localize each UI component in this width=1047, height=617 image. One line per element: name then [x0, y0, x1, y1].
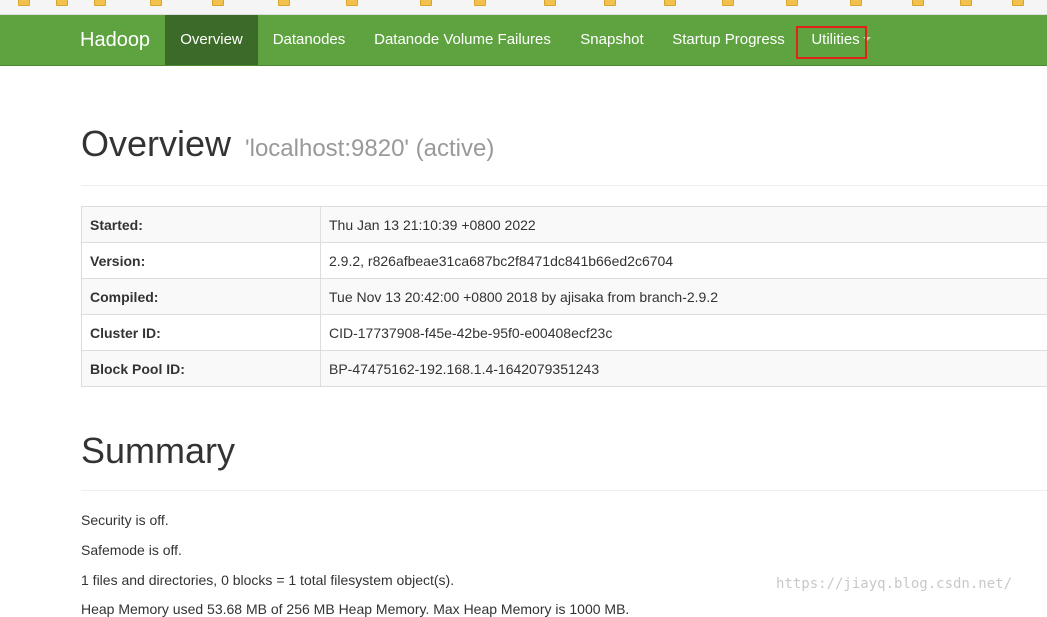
bookmark-folder-icon[interactable] [604, 0, 616, 6]
summary-safemode-status: Safemode is off. [81, 542, 182, 558]
summary-title: Summary [81, 430, 235, 472]
bookmark-folder-icon[interactable] [212, 0, 224, 6]
bookmark-folder-icon[interactable] [786, 0, 798, 6]
bookmark-folder-icon[interactable] [94, 0, 106, 6]
table-row: Version: 2.9.2, r826afbeae31ca687bc2f847… [82, 243, 1047, 279]
row-value: BP-47475162-192.168.1.4-1642079351243 [321, 351, 1047, 387]
summary-filesystem-objects: 1 files and directories, 0 blocks = 1 to… [81, 572, 454, 588]
page-subtitle: 'localhost:9820' (active) [245, 135, 494, 162]
nav-snapshot[interactable]: Snapshot [565, 15, 659, 65]
bookmark-folder-icon[interactable] [722, 0, 734, 6]
bookmark-folder-icon[interactable] [346, 0, 358, 6]
nav-utilities-label: Utilities [811, 31, 859, 48]
row-key: Started: [82, 207, 321, 243]
overview-table: Started: Thu Jan 13 21:10:39 +0800 2022 … [81, 206, 1047, 387]
top-navbar: Hadoop Overview Datanodes Datanode Volum… [0, 15, 1047, 66]
table-row: Started: Thu Jan 13 21:10:39 +0800 2022 [82, 207, 1047, 243]
summary-security-status: Security is off. [81, 512, 169, 528]
row-key: Compiled: [82, 279, 321, 315]
bookmark-folder-icon[interactable] [420, 0, 432, 6]
bookmark-folder-icon[interactable] [544, 0, 556, 6]
bookmark-folder-icon[interactable] [664, 0, 676, 6]
divider [81, 185, 1047, 186]
divider [81, 490, 1047, 491]
bookmark-folder-icon[interactable] [474, 0, 486, 6]
bookmark-folder-icon[interactable] [150, 0, 162, 6]
nav-datanodes[interactable]: Datanodes [258, 15, 360, 65]
bookmark-folder-icon[interactable] [912, 0, 924, 6]
summary-heap-memory: Heap Memory used 53.68 MB of 256 MB Heap… [81, 601, 629, 617]
row-key: Block Pool ID: [82, 351, 321, 387]
row-value: Thu Jan 13 21:10:39 +0800 2022 [321, 207, 1047, 243]
chevron-down-icon [863, 37, 871, 41]
nav-datanode-volume-failures[interactable]: Datanode Volume Failures [360, 15, 565, 65]
nav-overview[interactable]: Overview [165, 15, 258, 65]
bookmark-folder-icon[interactable] [18, 0, 30, 6]
watermark: https://jiayq.blog.csdn.net/ [776, 576, 1012, 592]
row-key: Cluster ID: [82, 315, 321, 351]
bookmark-folder-icon[interactable] [960, 0, 972, 6]
table-row: Block Pool ID: BP-47475162-192.168.1.4-1… [82, 351, 1047, 387]
row-value: Tue Nov 13 20:42:00 +0800 2018 by ajisak… [321, 279, 1047, 315]
table-row: Compiled: Tue Nov 13 20:42:00 +0800 2018… [82, 279, 1047, 315]
row-value: 2.9.2, r826afbeae31ca687bc2f8471dc841b66… [321, 243, 1047, 279]
nav-startup-progress[interactable]: Startup Progress [659, 15, 798, 65]
brand-logo[interactable]: Hadoop [80, 15, 150, 65]
page-title: Overview 'localhost:9820' (active) [81, 123, 494, 165]
bookmark-folder-icon[interactable] [1012, 0, 1024, 6]
page-title-text: Overview [81, 123, 231, 164]
bookmark-folder-icon[interactable] [278, 0, 290, 6]
row-value: CID-17737908-f45e-42be-95f0-e00408ecf23c [321, 315, 1047, 351]
bookmark-folder-icon[interactable] [56, 0, 68, 6]
bookmark-folder-icon[interactable] [850, 0, 862, 6]
bookmarks-bar [0, 0, 1047, 15]
row-key: Version: [82, 243, 321, 279]
nav-utilities-dropdown[interactable]: Utilities [798, 15, 884, 65]
table-row: Cluster ID: CID-17737908-f45e-42be-95f0-… [82, 315, 1047, 351]
